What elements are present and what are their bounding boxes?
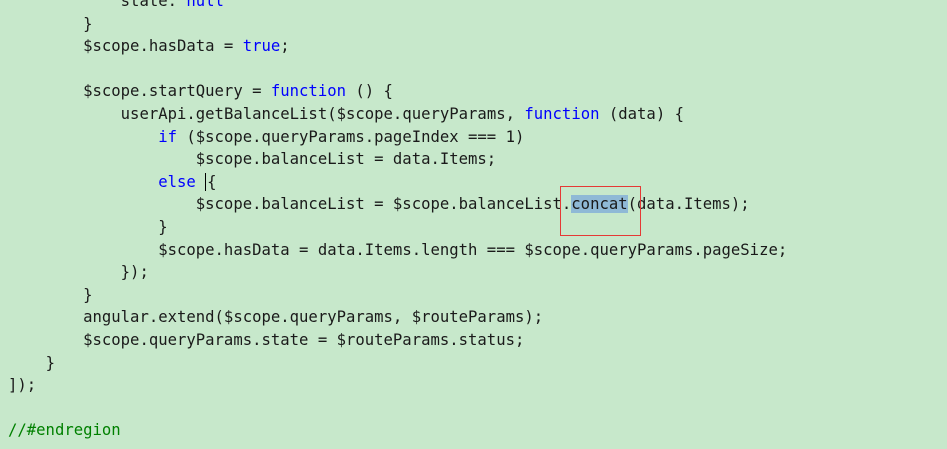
code-line[interactable]: $scope.hasData = data.Items.length === $… bbox=[8, 239, 787, 261]
code-line[interactable]: $scope.startQuery = function () { bbox=[8, 80, 393, 102]
code-token: $scope.hasData = bbox=[83, 37, 243, 56]
code-editor[interactable]: state: null } $scope.hasData = true; $sc… bbox=[0, 0, 947, 449]
code-line[interactable]: userApi.getBalanceList($scope.queryParam… bbox=[8, 103, 684, 125]
code-line[interactable]: ]); bbox=[8, 374, 36, 396]
code-keyword: else bbox=[158, 172, 196, 191]
code-token: $scope.hasData = data.Items.length === $… bbox=[158, 240, 788, 259]
code-token: } bbox=[83, 14, 93, 33]
code-token: ; bbox=[280, 37, 290, 56]
code-line[interactable]: }); bbox=[8, 261, 149, 283]
code-line[interactable]: if ($scope.queryParams.pageIndex === 1) bbox=[8, 126, 524, 148]
code-token: (data) { bbox=[599, 105, 684, 123]
code-token: ($scope.queryParams.pageIndex === 1) bbox=[177, 127, 525, 146]
code-keyword: true bbox=[242, 37, 281, 56]
code-line[interactable]: $scope.balanceList = $scope.balanceList.… bbox=[8, 193, 750, 215]
code-token: { bbox=[207, 172, 217, 191]
code-line[interactable]: else { bbox=[8, 171, 217, 193]
selected-token: concat bbox=[571, 195, 628, 214]
code-line[interactable]: $scope.hasData = true; bbox=[8, 35, 290, 57]
code-line[interactable]: } bbox=[8, 284, 93, 306]
code-token: userApi.getBalanceList($scope.queryParam… bbox=[120, 105, 525, 123]
code-keyword: null bbox=[186, 0, 224, 10]
code-keyword: function bbox=[524, 105, 600, 123]
code-token: $scope.balanceList = $scope.balanceList. bbox=[195, 195, 572, 214]
code-line[interactable]: } bbox=[8, 352, 55, 374]
code-token: $scope.queryParams.state = $routeParams.… bbox=[83, 331, 525, 349]
code-line[interactable]: state: null bbox=[8, 0, 224, 12]
code-token: }); bbox=[120, 263, 149, 282]
code-line[interactable]: angular.extend($scope.queryParams, $rout… bbox=[8, 306, 543, 328]
code-token: } bbox=[158, 218, 168, 236]
code-token: () { bbox=[345, 82, 393, 101]
code-line[interactable]: //#endregion bbox=[8, 419, 121, 441]
code-token: } bbox=[45, 353, 55, 372]
code-comment: //#endregion bbox=[8, 421, 121, 440]
code-line[interactable]: $scope.balanceList = data.Items; bbox=[8, 148, 496, 170]
code-token: state: bbox=[120, 0, 187, 10]
code-token: $scope.startQuery = bbox=[83, 82, 271, 101]
code-token: } bbox=[83, 285, 93, 304]
code-line[interactable]: } bbox=[8, 216, 168, 238]
code-keyword: if bbox=[158, 127, 177, 146]
code-token: $scope.balanceList = data.Items; bbox=[195, 150, 497, 169]
code-token: (data.Items); bbox=[627, 195, 750, 214]
code-keyword: function bbox=[270, 82, 346, 101]
code-line[interactable]: } bbox=[8, 13, 93, 35]
code-token: ]); bbox=[8, 376, 37, 395]
code-line[interactable]: $scope.queryParams.state = $routeParams.… bbox=[8, 329, 524, 351]
code-token: angular.extend($scope.queryParams, $rout… bbox=[83, 308, 544, 327]
